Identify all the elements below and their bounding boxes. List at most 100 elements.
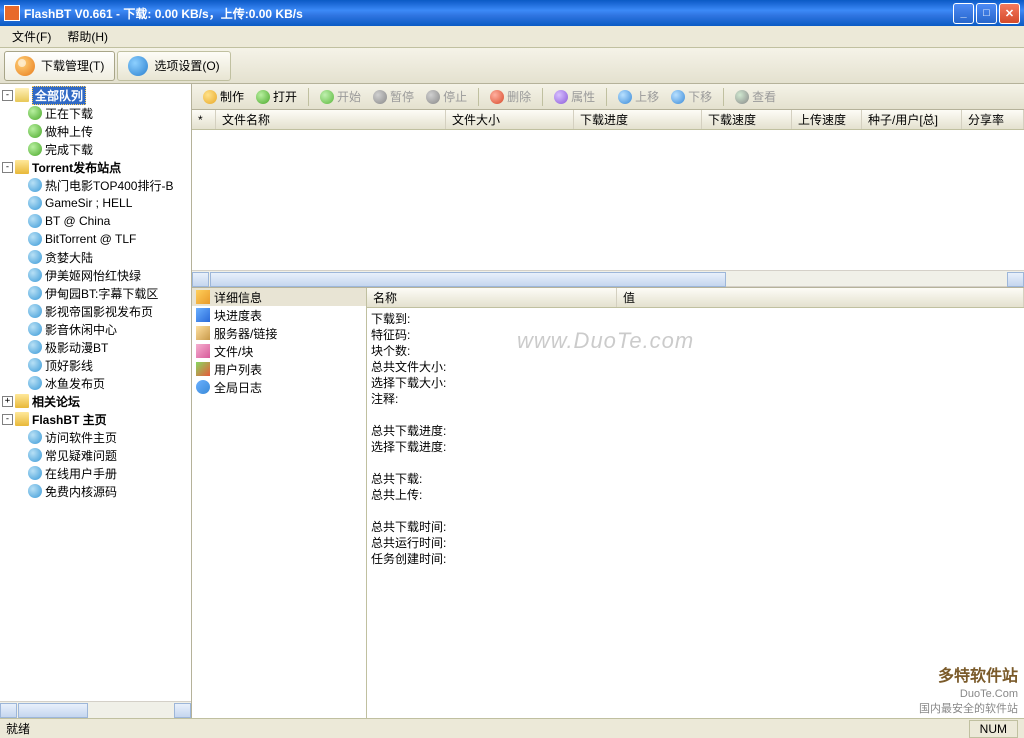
col-star[interactable]: *	[192, 110, 216, 129]
detail-row	[371, 406, 1020, 422]
detail-col-name[interactable]: 名称	[367, 288, 617, 307]
collapse-icon[interactable]: -	[2, 90, 13, 101]
tab-options-label: 选项设置(O)	[154, 57, 219, 74]
files-icon	[196, 344, 210, 358]
main-toolbar: 下载管理(T) 选项设置(O)	[0, 48, 1024, 84]
globe-icon	[28, 178, 42, 192]
tree-item[interactable]: 影视帝国影视发布页	[0, 302, 191, 320]
tree[interactable]: - 全部队列 正在下载 做种上传 完成下载 - Torrent发布站点 热门电影…	[0, 84, 191, 701]
download-icon	[28, 106, 42, 120]
list-horizontal-scrollbar[interactable]	[192, 270, 1024, 287]
detail-tab-users[interactable]: 用户列表	[192, 360, 366, 378]
col-filesize[interactable]: 文件大小	[446, 110, 574, 129]
tree-node-seeding[interactable]: 做种上传	[0, 122, 191, 140]
col-progress[interactable]: 下载进度	[574, 110, 702, 129]
window-title: FlashBT V0.661 - 下载: 0.00 KB/s，上传:0.00 K…	[24, 5, 953, 22]
upload-icon	[28, 124, 42, 138]
tree-item[interactable]: GameSir ; HELL	[0, 194, 191, 212]
detail-row: 总共运行时间:	[371, 534, 1020, 550]
tree-item[interactable]: 在线用户手册	[0, 464, 191, 482]
globe-icon	[28, 358, 42, 372]
globe-icon	[28, 196, 42, 210]
arrow-up-icon	[618, 90, 632, 104]
close-button[interactable]: ✕	[999, 3, 1020, 24]
users-icon	[196, 362, 210, 376]
pieces-icon	[196, 308, 210, 322]
detail-tab-info[interactable]: 详细信息	[192, 288, 366, 306]
tree-item[interactable]: 冰鱼发布页	[0, 374, 191, 392]
collapse-icon[interactable]: -	[2, 414, 13, 425]
tree-item[interactable]: BitTorrent @ TLF	[0, 230, 191, 248]
tree-node-forums[interactable]: + 相关论坛	[0, 392, 191, 410]
collapse-icon[interactable]: -	[2, 162, 13, 173]
col-ratio[interactable]: 分享率	[962, 110, 1024, 129]
menu-file[interactable]: 文件(F)	[4, 26, 59, 47]
open-icon	[256, 90, 270, 104]
list-header: * 文件名称 文件大小 下载进度 下载速度 上传速度 种子/用户[总] 分享率	[192, 110, 1024, 130]
detail-row: 下载到:	[371, 310, 1020, 326]
detail-tab-files[interactable]: 文件/块	[192, 342, 366, 360]
tab-download-manager[interactable]: 下载管理(T)	[4, 51, 115, 81]
search-icon	[735, 90, 749, 104]
delete-icon	[490, 90, 504, 104]
move-up-button[interactable]: 上移	[613, 86, 664, 107]
delete-button[interactable]: 删除	[485, 86, 536, 107]
globe-icon	[28, 448, 42, 462]
col-seed-peer[interactable]: 种子/用户[总]	[862, 110, 962, 129]
detail-body: www.DuoTe.com 下载到: 特征码: 块个数: 总共文件大小: 选择下…	[367, 308, 1024, 718]
tree-node-all-queue[interactable]: - 全部队列	[0, 86, 191, 104]
tree-item[interactable]: 顶好影线	[0, 356, 191, 374]
tree-item[interactable]: 免费内核源码	[0, 482, 191, 500]
tree-item[interactable]: 伊甸园BT:字幕下载区	[0, 284, 191, 302]
tree-node-downloading[interactable]: 正在下载	[0, 104, 191, 122]
detail-tab-log[interactable]: 全局日志	[192, 378, 366, 396]
tree-item[interactable]: 访问软件主页	[0, 428, 191, 446]
tree-item[interactable]: 极影动漫BT	[0, 338, 191, 356]
detail-row: 总共下载:	[371, 470, 1020, 486]
tree-horizontal-scrollbar[interactable]	[0, 701, 191, 718]
tree-item[interactable]: BT @ China	[0, 212, 191, 230]
folder-icon	[15, 394, 29, 408]
globe-icon	[28, 430, 42, 444]
tree-node-completed[interactable]: 完成下载	[0, 140, 191, 158]
pause-button[interactable]: 暂停	[368, 86, 419, 107]
status-ready: 就绪	[6, 720, 30, 737]
tree-item[interactable]: 常见疑难问题	[0, 446, 191, 464]
tree-item[interactable]: 伊美姬网怡红快绿	[0, 266, 191, 284]
tab-options[interactable]: 选项设置(O)	[117, 51, 230, 81]
detail-tab-pieces[interactable]: 块进度表	[192, 306, 366, 324]
tree-item[interactable]: 影音休闲中心	[0, 320, 191, 338]
task-list[interactable]	[192, 130, 1024, 270]
footer-branding: 多特软件站 DuoTe.Com 国内最安全的软件站	[919, 667, 1018, 716]
action-toolbar: 制作 打开 开始 暂停 停止 删除 属性 上移 下移 查看	[192, 84, 1024, 110]
menu-bar: 文件(F) 帮助(H)	[0, 26, 1024, 48]
globe-icon	[28, 304, 42, 318]
menu-help[interactable]: 帮助(H)	[59, 26, 116, 47]
move-down-button[interactable]: 下移	[666, 86, 717, 107]
expand-icon[interactable]: +	[2, 396, 13, 407]
detail-tab-servers[interactable]: 服务器/链接	[192, 324, 366, 342]
tree-item[interactable]: 贪婪大陆	[0, 248, 191, 266]
view-button[interactable]: 查看	[730, 86, 781, 107]
tree-node-flashbt-home[interactable]: - FlashBT 主页	[0, 410, 191, 428]
minimize-button[interactable]: _	[953, 3, 974, 24]
tree-node-torrent-sites[interactable]: - Torrent发布站点	[0, 158, 191, 176]
stop-button[interactable]: 停止	[421, 86, 472, 107]
log-icon	[196, 380, 210, 394]
col-dl-speed[interactable]: 下载速度	[702, 110, 792, 129]
separator	[308, 88, 309, 106]
detail-row: 总共下载时间:	[371, 518, 1020, 534]
detail-col-value[interactable]: 值	[617, 288, 1024, 307]
start-button[interactable]: 开始	[315, 86, 366, 107]
status-bar: 就绪 NUM	[0, 718, 1024, 738]
col-ul-speed[interactable]: 上传速度	[792, 110, 862, 129]
make-icon	[203, 90, 217, 104]
make-button[interactable]: 制作	[198, 86, 249, 107]
tree-item[interactable]: 热门电影TOP400排行-B	[0, 176, 191, 194]
props-button[interactable]: 属性	[549, 86, 600, 107]
info-icon	[196, 290, 210, 304]
open-button[interactable]: 打开	[251, 86, 302, 107]
col-filename[interactable]: 文件名称	[216, 110, 446, 129]
maximize-button[interactable]: □	[976, 3, 997, 24]
globe-icon	[28, 466, 42, 480]
